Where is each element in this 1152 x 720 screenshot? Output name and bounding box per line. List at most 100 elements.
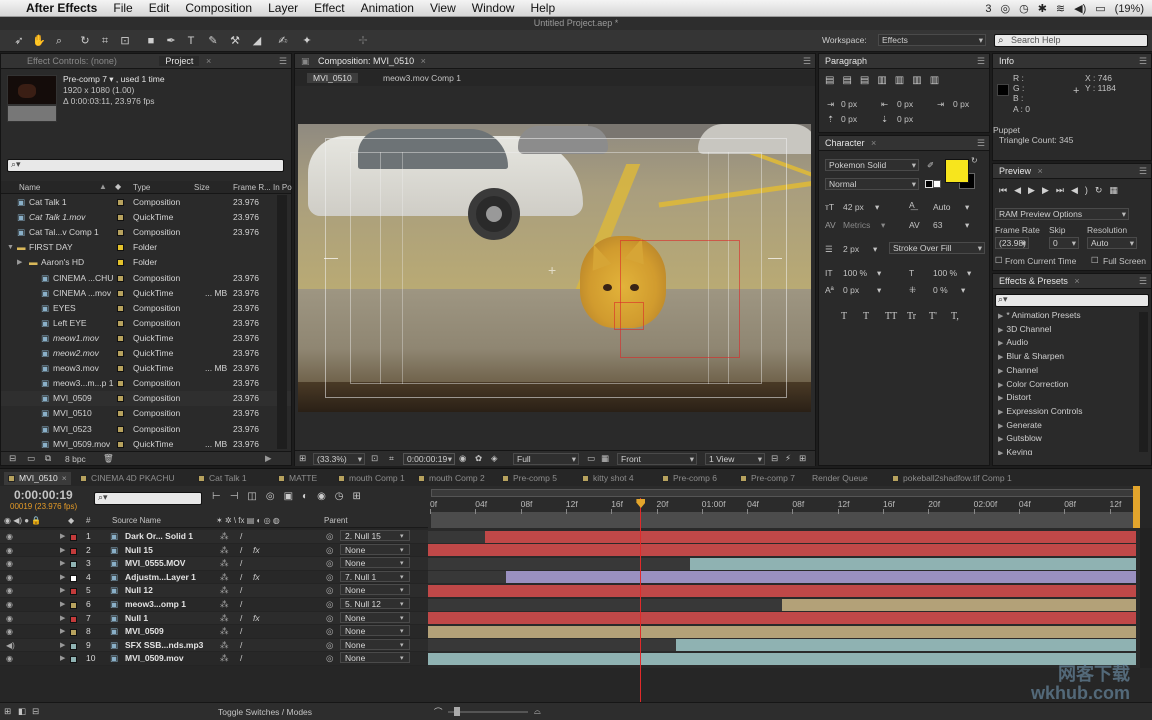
disclosure-triangle-icon[interactable]: ▶	[60, 612, 65, 625]
layer-name[interactable]: Null 12	[125, 584, 153, 597]
project-item-meow1-mov[interactable]: ▣ meow1.mov QuickTime 23.976	[1, 331, 291, 346]
search-help-input[interactable]: Search Help	[994, 34, 1148, 47]
shy-switch-icon[interactable]: ⁂	[220, 639, 229, 652]
fill-color-swatch[interactable]	[945, 159, 969, 183]
clone-stamp-tool-icon[interactable]: ⚒	[228, 34, 242, 48]
effect-category-audio[interactable]: ▶ Audio	[998, 337, 1028, 347]
preview-resolution-dropdown[interactable]: Auto	[1087, 237, 1137, 249]
timeline-tab-cat-talk-1[interactable]: Cat Talk 1	[194, 472, 251, 485]
indent-right-value[interactable]: 0 px	[953, 99, 969, 109]
kerning-value[interactable]: Metrics	[843, 220, 870, 230]
dropdown-arrow-icon[interactable]: ▾	[400, 557, 404, 570]
label-color-swatch[interactable]	[117, 214, 124, 222]
quality-switch-icon[interactable]: /	[240, 544, 242, 557]
quality-switch-icon[interactable]: /	[240, 584, 242, 597]
safe-margins-icon[interactable]: ⊡	[371, 453, 378, 464]
shy-switch-icon[interactable]: ⁂	[220, 584, 229, 597]
pan-behind-tool-icon[interactable]: ⊡	[118, 34, 132, 48]
video-toggle-icon[interactable]: ◉	[6, 584, 13, 597]
project-item-eyes[interactable]: ▣ EYES Composition 23.976	[1, 301, 291, 316]
timeline-tab-kitty-shot-4[interactable]: kitty shot 4	[578, 472, 638, 485]
layer-row-1[interactable]: ◉ ▶ 1 ▣ Dark Or... Solid 1 ⁂ / ◎ 2. Null 15 ▾	[0, 530, 428, 544]
video-toggle-icon[interactable]: ◉	[6, 544, 13, 557]
shy-switch-icon[interactable]: ⁂	[220, 544, 229, 557]
dropdown-arrow-icon[interactable]: ▾	[400, 652, 404, 665]
layer-row-10[interactable]: ◉ ▶ 10 ▣ MVI_0509.mov ⁂ / ◎ None ▾	[0, 652, 428, 666]
panel-menu-icon[interactable]: ☰	[1139, 164, 1147, 178]
menu-help[interactable]: Help	[522, 1, 563, 15]
close-icon[interactable]: ×	[62, 473, 67, 483]
layer-label-swatch[interactable]	[70, 574, 77, 582]
tab-effect-controls[interactable]: Effect Controls: (none)	[7, 56, 117, 66]
label-column-icon[interactable]: ◆	[115, 182, 121, 191]
project-item-cinema-mov[interactable]: ▣ CINEMA ...mov QuickTime ... MB 23.976	[1, 286, 291, 301]
tab-info[interactable]: Info	[999, 56, 1014, 66]
timeline-tab-mouth-comp-1[interactable]: mouth Comp 1	[334, 472, 409, 485]
video-toggle-icon[interactable]: ◉	[6, 652, 13, 665]
crumb-mvi-0510[interactable]: MVI_0510	[307, 73, 358, 83]
label-color-swatch[interactable]	[117, 395, 124, 403]
text-style-button-3[interactable]: TT	[885, 311, 897, 322]
text-style-button-2[interactable]: T	[863, 311, 869, 322]
menu-effect[interactable]: Effect	[306, 1, 352, 15]
disclosure-triangle-icon[interactable]: ▶	[60, 625, 65, 638]
stroke-width-value[interactable]: 2 px	[843, 244, 859, 254]
label-color-swatch[interactable]	[117, 304, 124, 312]
effect-category-channel[interactable]: ▶ Channel	[998, 365, 1038, 375]
timeline-tab-matte[interactable]: MATTE	[274, 472, 321, 485]
baseline-dropdown-arrow[interactable]: ▾	[877, 285, 881, 296]
status-badge[interactable]: 3	[985, 3, 991, 15]
panel-menu-icon[interactable]: ☰	[279, 54, 287, 68]
tsume-value[interactable]: 0 %	[933, 285, 948, 295]
snapshot-icon[interactable]: ◉	[459, 453, 466, 464]
vscale-dropdown-arrow[interactable]: ▾	[877, 268, 881, 279]
toggle-panes-icon[interactable]: ⊟	[32, 706, 39, 717]
layer-duration-bar-2[interactable]	[428, 544, 1136, 557]
bluetooth-icon[interactable]: ✱	[1038, 2, 1047, 15]
effect-category-expression-controls[interactable]: ▶ Expression Controls	[998, 406, 1082, 416]
disclosure-triangle-icon[interactable]: ▶	[60, 584, 65, 597]
close-icon[interactable]: ×	[206, 56, 211, 66]
effects-scrollbar[interactable]	[1139, 312, 1148, 452]
skip-dropdown[interactable]: 0	[1049, 237, 1079, 249]
dropdown-arrow-icon[interactable]: ▾	[400, 530, 404, 543]
close-icon[interactable]: ×	[1038, 166, 1043, 176]
disclosure-triangle-icon[interactable]: ▶	[998, 354, 1003, 361]
dropdown-arrow-icon[interactable]: ▾	[400, 598, 404, 611]
pickwhip-icon[interactable]: ◎	[326, 584, 333, 597]
quality-switch-icon[interactable]: /	[240, 530, 242, 543]
menu-layer[interactable]: Layer	[260, 1, 306, 15]
shy-switch-icon[interactable]: ⁂	[220, 598, 229, 611]
toggle-switches-modes-button[interactable]: Toggle Switches / Modes	[218, 707, 312, 717]
layer-name[interactable]: MVI_0555.MOV	[125, 557, 185, 570]
zoom-slider-thumb[interactable]	[454, 707, 460, 716]
kerning-dropdown-arrow[interactable]: ▾	[881, 220, 885, 231]
layer-duration-bar-6[interactable]	[782, 598, 1136, 611]
effect-category-generate[interactable]: ▶ Generate	[998, 420, 1042, 430]
menu-composition[interactable]: Composition	[177, 1, 260, 15]
project-item-meow3-mov[interactable]: ▣ meow3.mov QuickTime ... MB 23.976	[1, 361, 291, 376]
pickwhip-icon[interactable]: ◎	[326, 652, 333, 665]
disclosure-triangle-icon[interactable]: ▼	[7, 240, 14, 255]
timeline-link-icon[interactable]: ⊞	[799, 453, 806, 464]
stroke-width-dropdown-arrow[interactable]: ▾	[873, 244, 877, 255]
toggle-pixel-aspect-icon[interactable]: ⊟	[771, 453, 778, 464]
workspace-dropdown[interactable]: Effects	[878, 34, 986, 46]
timeline-tab-pre-comp-5[interactable]: Pre-comp 5	[498, 472, 561, 485]
effect-category-keying[interactable]: ▶ Keying	[998, 447, 1032, 455]
lock-icon[interactable]: ▣	[301, 56, 310, 66]
layer-duration-bar-9[interactable]	[675, 639, 1136, 652]
project-item-cat-tal-v-comp-1[interactable]: ▣ Cat Tal...v Comp 1 Composition 23.976	[1, 225, 291, 240]
timeline-tab-mouth-comp-2[interactable]: mouth Comp 2	[414, 472, 489, 485]
menu-animation[interactable]: Animation	[353, 1, 422, 15]
col-name[interactable]: Name	[19, 183, 40, 192]
layer-row-2[interactable]: ◉ ▶ 2 ▣ Null 15 ⁂ / fx ◎ None ▾	[0, 543, 428, 558]
close-icon[interactable]: ×	[871, 138, 876, 148]
swap-colors-icon[interactable]: ↻	[971, 156, 978, 165]
panel-menu-icon[interactable]: ☰	[977, 136, 985, 150]
layer-name[interactable]: SFX SSB...nds.mp3	[125, 639, 203, 652]
tab-project[interactable]: Project	[159, 56, 200, 66]
tab-effects-presets[interactable]: Effects & Presets	[999, 276, 1068, 286]
col-inpoint[interactable]: In Po	[273, 183, 292, 192]
pickwhip-icon[interactable]: ◎	[326, 544, 333, 557]
